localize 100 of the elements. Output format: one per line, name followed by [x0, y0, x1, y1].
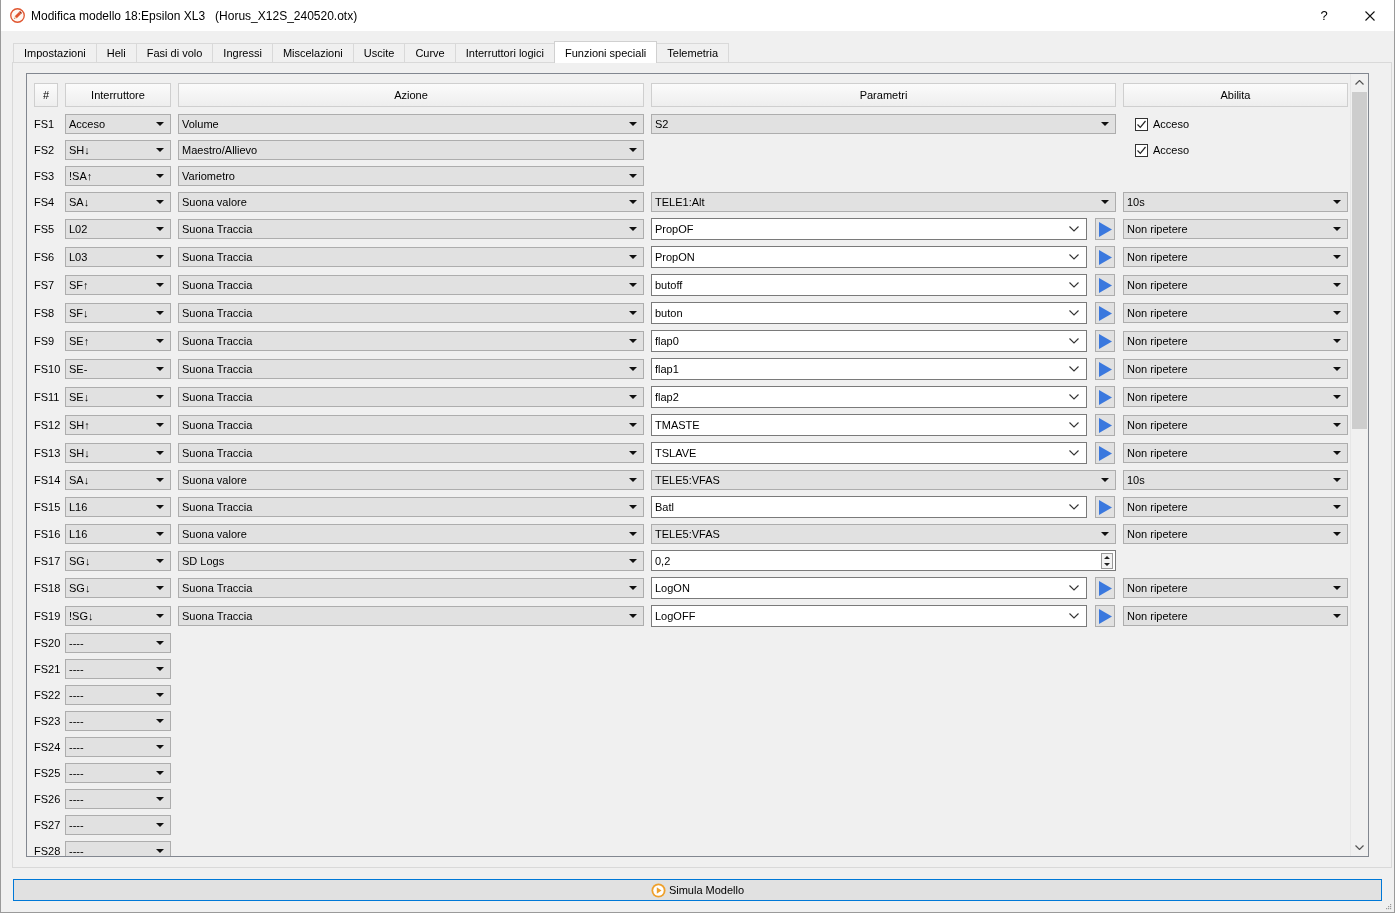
- switch-dropdown[interactable]: ----: [65, 711, 171, 731]
- play-button[interactable]: [1095, 605, 1115, 627]
- parameter-dropdown[interactable]: TELE1:Alt: [651, 192, 1116, 212]
- action-dropdown[interactable]: Suona Traccia: [178, 415, 644, 435]
- action-dropdown[interactable]: Suona Traccia: [178, 219, 644, 239]
- track-combo-field[interactable]: LogOFF: [651, 605, 1087, 627]
- action-dropdown[interactable]: Suona Traccia: [178, 359, 644, 379]
- play-button[interactable]: [1095, 358, 1115, 380]
- play-button[interactable]: [1095, 414, 1115, 436]
- switch-dropdown[interactable]: SE-: [65, 359, 171, 379]
- switch-dropdown[interactable]: !SG↓: [65, 606, 171, 626]
- switch-dropdown[interactable]: ----: [65, 633, 171, 653]
- switch-dropdown[interactable]: L16: [65, 497, 171, 517]
- repeat-dropdown[interactable]: Non ripetere: [1123, 524, 1348, 544]
- tab[interactable]: Telemetria: [656, 43, 730, 62]
- action-dropdown[interactable]: Suona Traccia: [178, 387, 644, 407]
- repeat-dropdown[interactable]: Non ripetere: [1123, 443, 1348, 463]
- action-dropdown[interactable]: Maestro/Allievo: [178, 140, 644, 160]
- tab[interactable]: Impostazioni: [13, 43, 97, 62]
- action-dropdown[interactable]: Suona Traccia: [178, 606, 644, 626]
- simulate-button[interactable]: Simula Modello: [13, 879, 1382, 901]
- parameter-dropdown[interactable]: TELE5:VFAS: [651, 470, 1116, 490]
- play-button[interactable]: [1095, 386, 1115, 408]
- scroll-thumb[interactable]: [1352, 92, 1367, 429]
- repeat-dropdown[interactable]: Non ripetere: [1123, 387, 1348, 407]
- switch-dropdown[interactable]: ----: [65, 659, 171, 679]
- track-combo-field[interactable]: flap2: [651, 386, 1087, 408]
- action-dropdown[interactable]: Suona Traccia: [178, 578, 644, 598]
- track-combo-field[interactable]: TSLAVE: [651, 442, 1087, 464]
- action-dropdown[interactable]: Suona valore: [178, 470, 644, 490]
- track-combo-field[interactable]: PropON: [651, 246, 1087, 268]
- tab[interactable]: Ingressi: [212, 43, 273, 62]
- switch-dropdown[interactable]: ----: [65, 763, 171, 783]
- repeat-dropdown[interactable]: 10s: [1123, 192, 1348, 212]
- switch-dropdown[interactable]: Acceso: [65, 114, 171, 134]
- action-dropdown[interactable]: Suona Traccia: [178, 303, 644, 323]
- switch-dropdown[interactable]: SA↓: [65, 192, 171, 212]
- switch-dropdown[interactable]: !SA↑: [65, 166, 171, 186]
- switch-dropdown[interactable]: SE↑: [65, 331, 171, 351]
- switch-dropdown[interactable]: SF↓: [65, 303, 171, 323]
- action-dropdown[interactable]: Suona Traccia: [178, 247, 644, 267]
- switch-dropdown[interactable]: L02: [65, 219, 171, 239]
- track-combo-field[interactable]: buton: [651, 302, 1087, 324]
- switch-dropdown[interactable]: L16: [65, 524, 171, 544]
- play-button[interactable]: [1095, 330, 1115, 352]
- checkbox[interactable]: [1135, 117, 1148, 131]
- switch-dropdown[interactable]: ----: [65, 685, 171, 705]
- repeat-dropdown[interactable]: Non ripetere: [1123, 606, 1348, 626]
- switch-dropdown[interactable]: SA↓: [65, 470, 171, 490]
- switch-dropdown[interactable]: ----: [65, 737, 171, 757]
- action-dropdown[interactable]: Variometro: [178, 166, 644, 186]
- switch-dropdown[interactable]: ----: [65, 841, 171, 856]
- track-combo-field[interactable]: Batl: [651, 496, 1087, 518]
- help-button[interactable]: ?: [1301, 0, 1347, 31]
- switch-dropdown[interactable]: SH↓: [65, 140, 171, 160]
- track-combo-field[interactable]: TMASTE: [651, 414, 1087, 436]
- play-button[interactable]: [1095, 302, 1115, 324]
- play-button[interactable]: [1095, 218, 1115, 240]
- repeat-dropdown[interactable]: Non ripetere: [1123, 497, 1348, 517]
- action-dropdown[interactable]: Suona valore: [178, 524, 644, 544]
- repeat-dropdown[interactable]: Non ripetere: [1123, 415, 1348, 435]
- track-combo-field[interactable]: flap0: [651, 330, 1087, 352]
- track-combo-field[interactable]: PropOF: [651, 218, 1087, 240]
- action-dropdown[interactable]: Suona valore: [178, 192, 644, 212]
- action-dropdown[interactable]: Suona Traccia: [178, 275, 644, 295]
- track-combo-field[interactable]: flap1: [651, 358, 1087, 380]
- switch-dropdown[interactable]: SG↓: [65, 578, 171, 598]
- repeat-dropdown[interactable]: Non ripetere: [1123, 359, 1348, 379]
- play-button[interactable]: [1095, 496, 1115, 518]
- track-combo-field[interactable]: LogON: [651, 577, 1087, 599]
- play-button[interactable]: [1095, 577, 1115, 599]
- action-dropdown[interactable]: Suona Traccia: [178, 443, 644, 463]
- action-dropdown[interactable]: Suona Traccia: [178, 497, 644, 517]
- play-button[interactable]: [1095, 274, 1115, 296]
- down-caret-icon[interactable]: [1355, 845, 1364, 850]
- switch-dropdown[interactable]: SH↓: [65, 443, 171, 463]
- scrollbar[interactable]: [1350, 74, 1368, 856]
- up-caret-icon[interactable]: [1355, 80, 1364, 85]
- switch-dropdown[interactable]: SH↑: [65, 415, 171, 435]
- action-dropdown[interactable]: Volume: [178, 114, 644, 134]
- switch-dropdown[interactable]: L03: [65, 247, 171, 267]
- value-spinbox[interactable]: 0,2: [651, 550, 1116, 571]
- parameter-dropdown[interactable]: S2: [651, 114, 1116, 134]
- repeat-dropdown[interactable]: Non ripetere: [1123, 275, 1348, 295]
- switch-dropdown[interactable]: ----: [65, 815, 171, 835]
- checkbox[interactable]: [1135, 143, 1148, 157]
- switch-dropdown[interactable]: SF↑: [65, 275, 171, 295]
- tab[interactable]: Interruttori logici: [454, 43, 555, 62]
- repeat-dropdown[interactable]: Non ripetere: [1123, 578, 1348, 598]
- switch-dropdown[interactable]: SG↓: [65, 550, 171, 571]
- action-dropdown[interactable]: SD Logs: [178, 550, 644, 571]
- switch-dropdown[interactable]: ----: [65, 789, 171, 809]
- repeat-dropdown[interactable]: 10s: [1123, 470, 1348, 490]
- repeat-dropdown[interactable]: Non ripetere: [1123, 247, 1348, 267]
- parameter-dropdown[interactable]: TELE5:VFAS: [651, 524, 1116, 544]
- play-button[interactable]: [1095, 442, 1115, 464]
- repeat-dropdown[interactable]: Non ripetere: [1123, 219, 1348, 239]
- resize-grip-icon[interactable]: [1386, 904, 1392, 910]
- action-dropdown[interactable]: Suona Traccia: [178, 331, 644, 351]
- repeat-dropdown[interactable]: Non ripetere: [1123, 331, 1348, 351]
